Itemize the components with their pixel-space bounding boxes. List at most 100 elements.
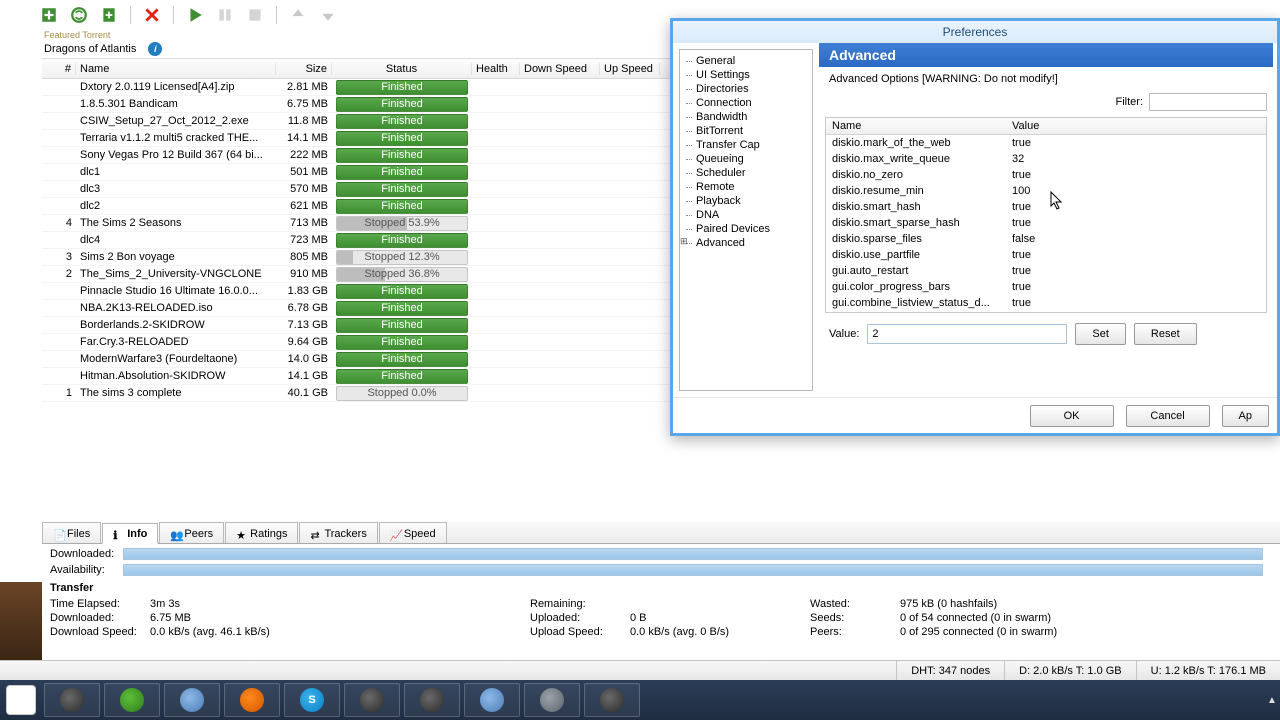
tree-node[interactable]: UI Settings — [682, 68, 810, 82]
row-size: 6.75 MB — [276, 98, 332, 110]
remaining-value — [630, 598, 810, 610]
taskbar-app[interactable] — [44, 683, 100, 717]
adv-row[interactable]: diskio.use_partfiletrue — [826, 247, 1266, 263]
tab-trackers[interactable]: ⇄Trackers — [299, 522, 377, 543]
stop-icon[interactable] — [246, 6, 264, 24]
row-name: Hitman.Absolution-SKIDROW — [76, 370, 276, 382]
apply-button[interactable]: Ap — [1222, 405, 1269, 427]
preferences-tree[interactable]: GeneralUI SettingsDirectoriesConnectionB… — [679, 49, 813, 391]
row-num: 4 — [42, 217, 76, 229]
row-status: Stopped 53.9% — [332, 216, 472, 231]
col-name[interactable]: Name — [76, 63, 276, 75]
col-up-speed[interactable]: Up Speed — [600, 63, 660, 75]
seeds-label: Seeds: — [810, 612, 900, 624]
adv-row[interactable]: diskio.mark_of_the_webtrue — [826, 135, 1266, 151]
windows-taskbar[interactable]: S ▲ — [0, 680, 1280, 720]
preferences-title: Preferences — [673, 21, 1277, 43]
col-size[interactable]: Size — [276, 63, 332, 75]
taskbar-app[interactable] — [404, 683, 460, 717]
tab-speed[interactable]: 📈Speed — [379, 522, 447, 543]
tree-node[interactable]: General — [682, 54, 810, 68]
tree-node[interactable]: Scheduler — [682, 166, 810, 180]
taskbar-app-steam[interactable] — [584, 683, 640, 717]
chevron-up-icon[interactable]: ▲ — [1264, 683, 1280, 717]
taskbar-app[interactable] — [464, 683, 520, 717]
col-health[interactable]: Health — [472, 63, 520, 75]
col-down-speed[interactable]: Down Speed — [520, 63, 600, 75]
ok-button[interactable]: OK — [1030, 405, 1114, 427]
row-status: Finished — [332, 114, 472, 129]
move-up-icon[interactable] — [289, 6, 307, 24]
tab-files[interactable]: 📄Files — [42, 522, 101, 543]
adv-row[interactable]: diskio.sparse_filesfalse — [826, 231, 1266, 247]
tab-info[interactable]: ℹInfo — [102, 523, 158, 544]
tab-peers[interactable]: 👥Peers — [159, 522, 224, 543]
featured-title[interactable]: Dragons of Atlantis — [44, 43, 136, 55]
tab-ratings[interactable]: ★Ratings — [225, 522, 298, 543]
tree-node[interactable]: Bandwidth — [682, 110, 810, 124]
taskbar-app-utorrent[interactable] — [104, 683, 160, 717]
row-name: Dxtory 2.0.119 Licensed[A4].zip — [76, 81, 276, 93]
adv-row[interactable]: gui.auto_restarttrue — [826, 263, 1266, 279]
row-size: 7.13 GB — [276, 319, 332, 331]
tree-node[interactable]: Paired Devices — [682, 222, 810, 236]
status-down[interactable]: D: 2.0 kB/s T: 1.0 GB — [1004, 661, 1136, 680]
row-status: Finished — [332, 369, 472, 384]
tree-node[interactable]: Queueing — [682, 152, 810, 166]
adv-row[interactable]: diskio.smart_hashtrue — [826, 199, 1266, 215]
reset-button[interactable]: Reset — [1134, 323, 1197, 345]
toolbar-divider — [276, 6, 277, 24]
taskbar-app-firefox[interactable] — [224, 683, 280, 717]
filter-label: Filter: — [1116, 96, 1144, 108]
row-size: 1.83 GB — [276, 285, 332, 297]
adv-col-value[interactable]: Value — [1006, 118, 1266, 134]
adv-row[interactable]: diskio.max_write_queue32 — [826, 151, 1266, 167]
tree-node[interactable]: Transfer Cap — [682, 138, 810, 152]
add-torrent-icon[interactable] — [40, 6, 58, 24]
tree-node[interactable]: Remote — [682, 180, 810, 194]
detail-tabs: 📄Files ℹInfo 👥Peers ★Ratings ⇄Trackers 📈… — [42, 522, 1280, 544]
info-icon[interactable]: i — [148, 42, 162, 56]
row-size: 570 MB — [276, 183, 332, 195]
adv-col-name[interactable]: Name — [826, 118, 1006, 134]
taskbar-app[interactable] — [524, 683, 580, 717]
pause-icon[interactable] — [216, 6, 234, 24]
tree-node[interactable]: Directories — [682, 82, 810, 96]
add-url-icon[interactable] — [70, 6, 88, 24]
tree-node[interactable]: DNA — [682, 208, 810, 222]
move-down-icon[interactable] — [319, 6, 337, 24]
col-num[interactable]: # — [42, 63, 76, 75]
remove-icon[interactable] — [143, 6, 161, 24]
adv-row[interactable]: gui.compat_diropenfalse — [826, 311, 1266, 313]
adv-row[interactable]: gui.combine_listview_status_d...true — [826, 295, 1266, 311]
time-elapsed-value: 3m 3s — [150, 598, 270, 610]
col-status[interactable]: Status — [332, 63, 472, 75]
trackers-icon: ⇄ — [310, 529, 320, 539]
tree-node[interactable]: Advanced — [682, 236, 810, 250]
taskbar-app[interactable] — [164, 683, 220, 717]
filter-input[interactable] — [1149, 93, 1267, 111]
tree-node[interactable]: BitTorrent — [682, 124, 810, 138]
adv-row[interactable]: diskio.no_zerotrue — [826, 167, 1266, 183]
status-dht[interactable]: DHT: 347 nodes — [896, 661, 1004, 680]
cancel-button[interactable]: Cancel — [1126, 405, 1210, 427]
start-icon[interactable] — [186, 6, 204, 24]
tree-node[interactable]: Connection — [682, 96, 810, 110]
set-button[interactable]: Set — [1075, 323, 1126, 345]
adv-row[interactable]: diskio.resume_min100 — [826, 183, 1266, 199]
value-input[interactable] — [867, 324, 1067, 344]
taskbar-app[interactable] — [344, 683, 400, 717]
adv-row[interactable]: diskio.smart_sparse_hashtrue — [826, 215, 1266, 231]
row-status: Finished — [332, 80, 472, 95]
adv-row[interactable]: gui.color_progress_barstrue — [826, 279, 1266, 295]
start-button-icon[interactable] — [6, 685, 36, 715]
row-size: 713 MB — [276, 217, 332, 229]
create-torrent-icon[interactable] — [100, 6, 118, 24]
row-name: dlc2 — [76, 200, 276, 212]
taskbar-app-skype[interactable]: S — [284, 683, 340, 717]
advanced-options-table[interactable]: Name Value diskio.mark_of_the_webtruedis… — [825, 117, 1267, 313]
tree-node[interactable]: Playback — [682, 194, 810, 208]
upload-speed-label: Upload Speed: — [530, 626, 630, 638]
status-up[interactable]: U: 1.2 kB/s T: 176.1 MB — [1136, 661, 1280, 680]
wasted-label: Wasted: — [810, 598, 900, 610]
